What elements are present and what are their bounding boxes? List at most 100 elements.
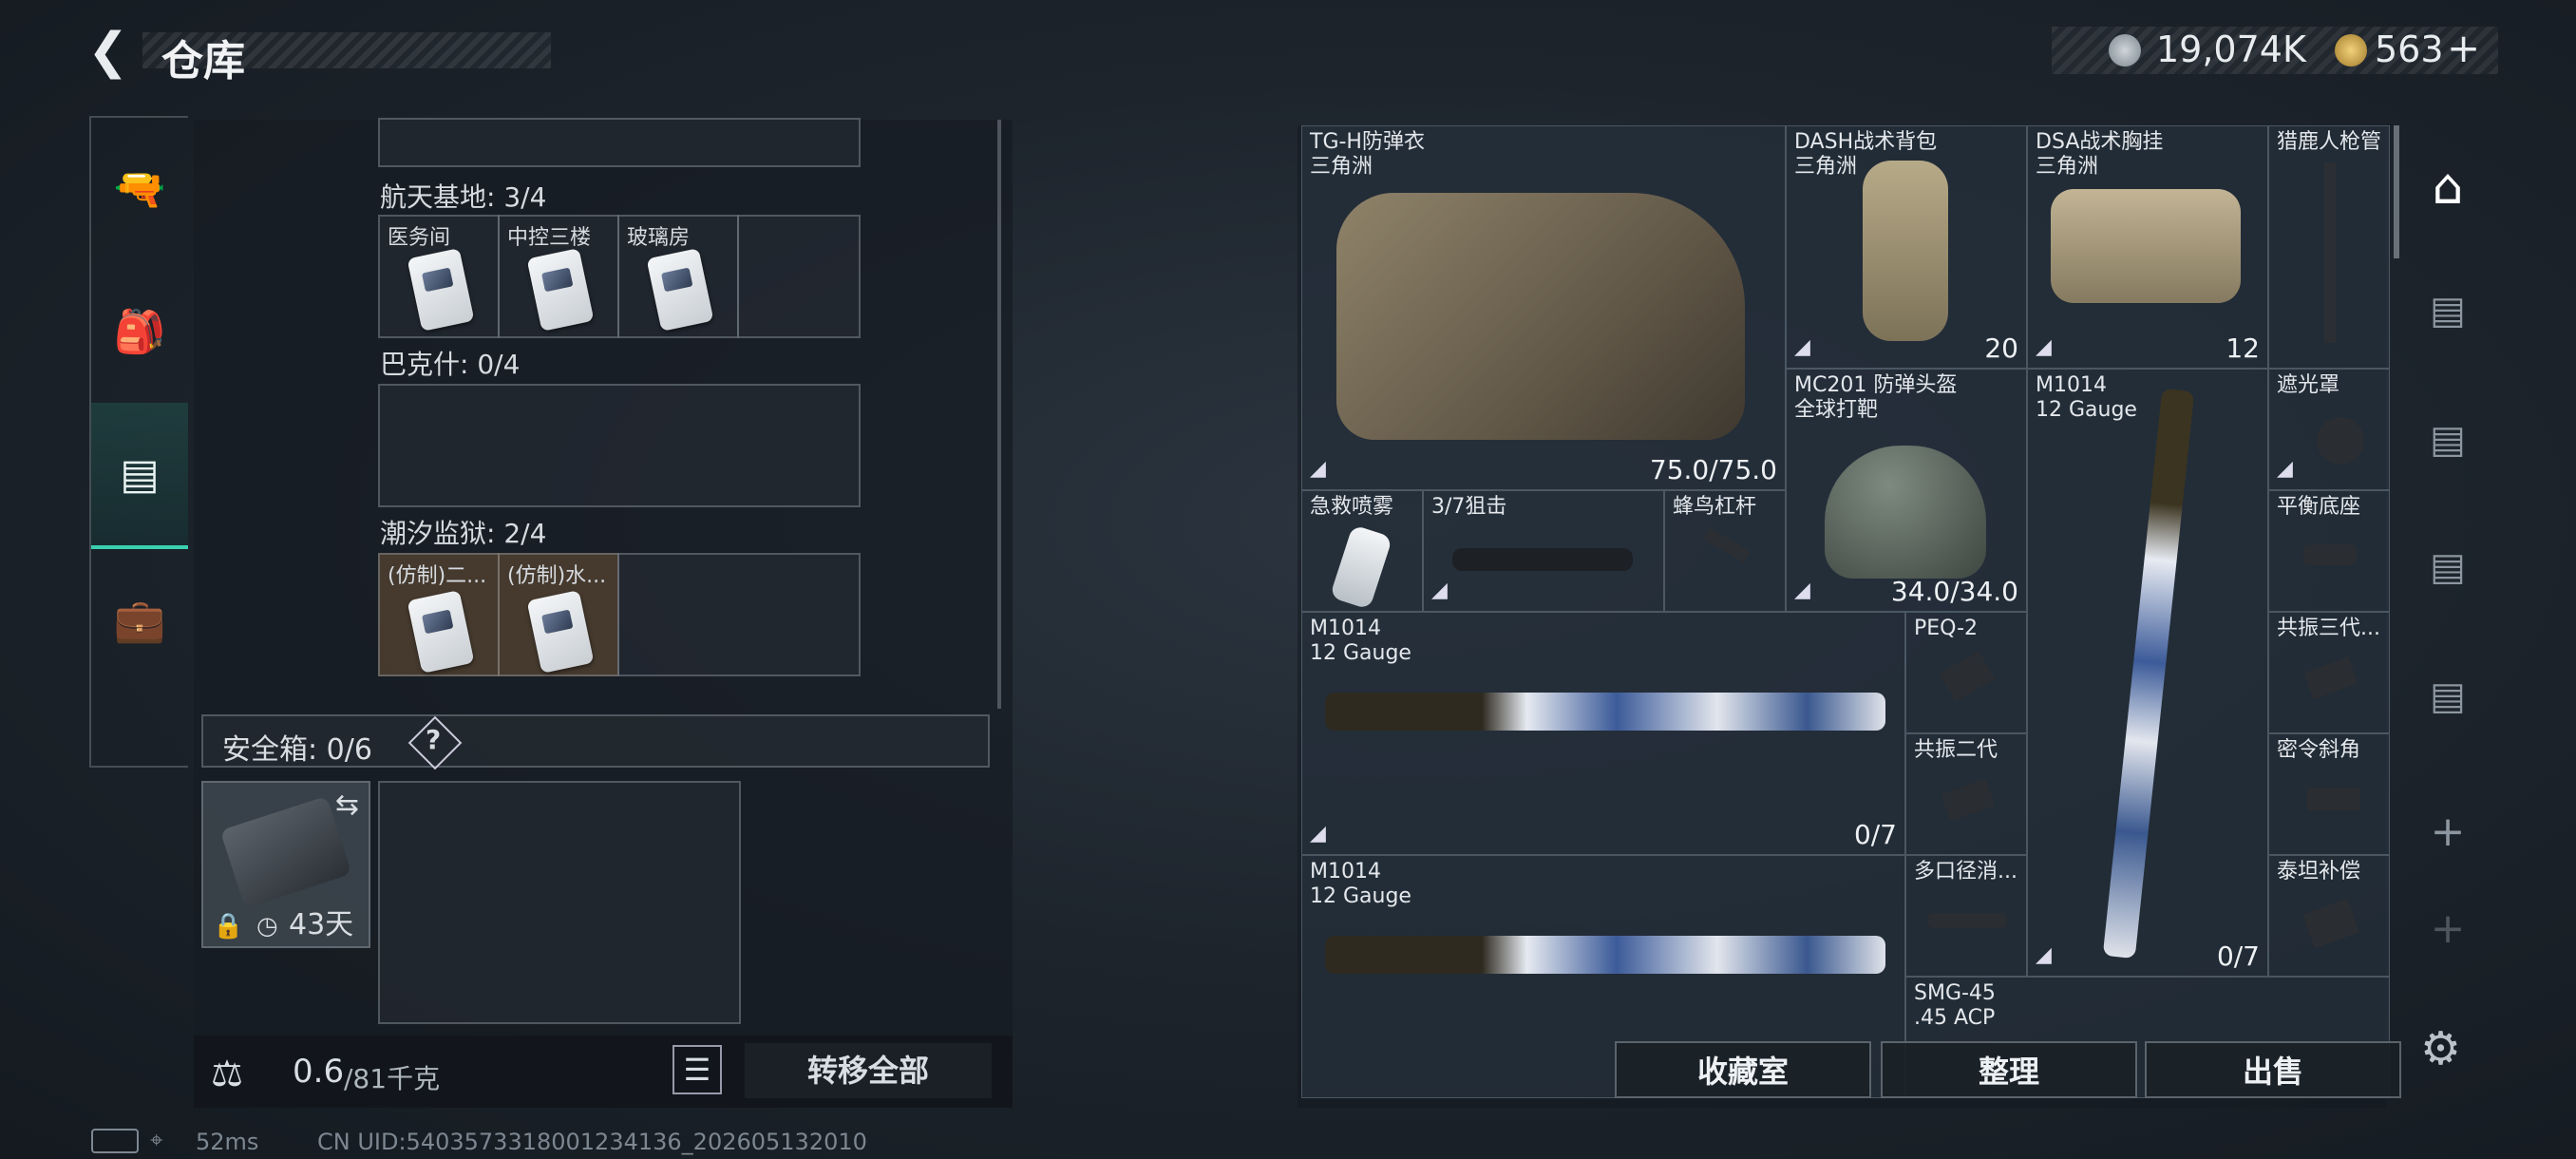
- grip-icon: [2307, 788, 2360, 810]
- scrollbar[interactable]: [2394, 125, 2399, 258]
- sort-button[interactable]: 整理: [1881, 1041, 2137, 1098]
- shotgun-icon: [1325, 936, 1885, 974]
- coin-amount: 19,074K: [2156, 28, 2306, 70]
- no-insure-icon: ◢: [1431, 579, 1448, 602]
- item-m1014-a[interactable]: M1014 12 Gauge ◢ 0/7: [1301, 612, 1905, 855]
- item-titan[interactable]: 泰坦补偿: [2268, 855, 2390, 977]
- safe-case-icon: [219, 795, 352, 909]
- list-icon[interactable]: ☰: [672, 1045, 722, 1094]
- compensator-icon: [2302, 898, 2359, 949]
- safe-box-label: 安全箱: 0/6: [222, 733, 372, 767]
- add-icon[interactable]: +: [2411, 788, 2485, 874]
- gun-icon[interactable]: 🔫: [91, 118, 188, 260]
- no-insure-icon: ◢: [1310, 822, 1326, 846]
- stash-cell[interactable]: [737, 215, 861, 338]
- home-icon[interactable]: ⌂: [2411, 144, 2485, 230]
- safe-box-duration: 43天: [289, 908, 354, 941]
- item-spray[interactable]: 急救喷雾: [1301, 490, 1423, 612]
- stash-footer: ⚖ 0.6 /81千克 ☰ 转移全部: [194, 1036, 1013, 1108]
- lever-icon: [1702, 527, 1752, 563]
- section-label: 航天基地: 3/4: [380, 181, 547, 213]
- weight-icon: ⚖: [211, 1053, 244, 1094]
- scope-icon: [1452, 548, 1633, 571]
- container-icon[interactable]: ▤: [91, 403, 188, 549]
- stash-cell[interactable]: 医务间: [378, 215, 500, 338]
- keycard-icon: [526, 248, 595, 332]
- no-insure-icon: ◢: [1794, 579, 1810, 602]
- add-icon[interactable]: +: [2411, 885, 2485, 971]
- grip-icon: [1941, 778, 1996, 822]
- scrollbar[interactable]: [997, 120, 1001, 709]
- suppressor-icon: [1927, 913, 2007, 928]
- no-insure-icon: ◢: [1794, 335, 1810, 359]
- item-chest-rig[interactable]: DSA战术胸挂 三角洲 ◢ 12: [2027, 125, 2268, 369]
- keycard-icon: [646, 248, 714, 332]
- barrel-icon: [2324, 162, 2336, 343]
- stash-cell[interactable]: 玻璃房: [617, 215, 739, 338]
- item-hood[interactable]: 遮光罩 ◢: [2268, 369, 2390, 490]
- coin-icon: [2109, 34, 2141, 66]
- safe-box-item[interactable]: ⇆ 🔒 ◷ 43天: [201, 781, 370, 948]
- section-label: 潮汐监狱: 2/4: [380, 518, 547, 549]
- loadout-panel: TG-H防弹衣 三角洲 ◢ 75.0/75.0 DASH战术背包 三角洲 ◢ 2…: [1297, 125, 2399, 1108]
- stash-cell[interactable]: (仿制)二...: [378, 553, 500, 676]
- settings-icon[interactable]: ⚙: [2420, 1022, 2461, 1075]
- keycard-icon: [407, 590, 475, 674]
- section-label: 巴克什: 0/4: [380, 349, 521, 380]
- wifi-icon: ⌖: [150, 1127, 163, 1153]
- stash-row-partial: [378, 118, 861, 167]
- backpack-item-icon: [1863, 161, 1948, 341]
- right-sidebar: ⌂ ▤ ▤ ▤ ▤ + +: [2411, 125, 2485, 980]
- page-title: 仓库: [161, 37, 245, 86]
- grip-icon: [2303, 656, 2358, 700]
- uid-text: CN UID:5403573318001234136_202605132010: [317, 1129, 867, 1155]
- stash-cell[interactable]: 中控三楼: [498, 215, 619, 338]
- no-insure-icon: ◢: [2036, 943, 2052, 967]
- weight-value: 0.6: [293, 1053, 345, 1091]
- item-resonance2[interactable]: 共振二代: [1905, 733, 2027, 855]
- safe-box-grid[interactable]: [378, 781, 741, 1024]
- no-insure-icon: ◢: [2277, 457, 2293, 481]
- no-insure-icon: ◢: [1310, 457, 1326, 481]
- stash-v-icon[interactable]: ▤: [2411, 268, 2485, 353]
- safe-box-header: 安全箱: 0/6 ?: [201, 714, 990, 770]
- back-arrow-icon[interactable]: ❮: [87, 25, 135, 78]
- peq-icon: [1939, 651, 1996, 702]
- briefcase-icon[interactable]: 💼: [91, 549, 188, 692]
- swap-icon[interactable]: ⇆: [335, 788, 359, 822]
- stash-iv-icon[interactable]: ▤: [2411, 397, 2485, 483]
- stash-iv-b-icon[interactable]: ▤: [2411, 654, 2485, 739]
- item-secret[interactable]: 密令斜角: [2268, 733, 2390, 855]
- item-lever[interactable]: 蜂鸟杠杆: [1664, 490, 1786, 612]
- item-backpack[interactable]: DASH战术背包 三角洲 ◢ 20: [1786, 125, 2027, 369]
- item-balance[interactable]: 平衡底座: [2268, 490, 2390, 612]
- stash-cell[interactable]: (仿制)水...: [498, 553, 619, 676]
- keycard-icon: [407, 248, 475, 332]
- item-vest[interactable]: TG-H防弹衣 三角洲 ◢ 75.0/75.0: [1301, 125, 1786, 490]
- shotgun-icon: [1325, 693, 1885, 731]
- item-resonance3[interactable]: 共振三代...: [2268, 612, 2390, 733]
- sell-button[interactable]: 出售: [2145, 1041, 2401, 1098]
- helmet-icon: [1825, 446, 1986, 579]
- keycard-icon: [526, 590, 595, 674]
- item-barrel[interactable]: 猎鹿人枪管: [2268, 125, 2390, 369]
- backpack-icon[interactable]: 🎒: [91, 260, 188, 403]
- stash-ii-add-icon[interactable]: ▤: [2411, 524, 2485, 610]
- collection-button[interactable]: 收藏室: [1615, 1041, 1871, 1098]
- spray-icon: [1329, 524, 1393, 610]
- item-peq[interactable]: PEQ-2: [1905, 612, 2027, 733]
- hood-icon: [2317, 417, 2364, 465]
- shotgun-icon: [2102, 388, 2195, 960]
- item-scope[interactable]: 3/7狙击 ◢: [1423, 490, 1664, 612]
- stash-row-empty[interactable]: [378, 384, 861, 507]
- premium-plus-button[interactable]: +: [2447, 25, 2480, 71]
- premium-icon: [2335, 34, 2367, 66]
- transfer-all-button[interactable]: 转移全部: [745, 1043, 992, 1098]
- premium-amount: 563: [2375, 28, 2444, 70]
- no-insure-icon: ◢: [2036, 335, 2052, 359]
- item-multi[interactable]: 多口径消...: [1905, 855, 2027, 977]
- item-m1014-vertical[interactable]: M1014 12 Gauge ◢ 0/7: [2027, 369, 2268, 977]
- stash-cell[interactable]: [617, 553, 861, 676]
- item-helmet[interactable]: MC201 防弹头盔 全球打靶 ◢ 34.0/34.0: [1786, 369, 2027, 612]
- balance-icon: [2303, 544, 2357, 565]
